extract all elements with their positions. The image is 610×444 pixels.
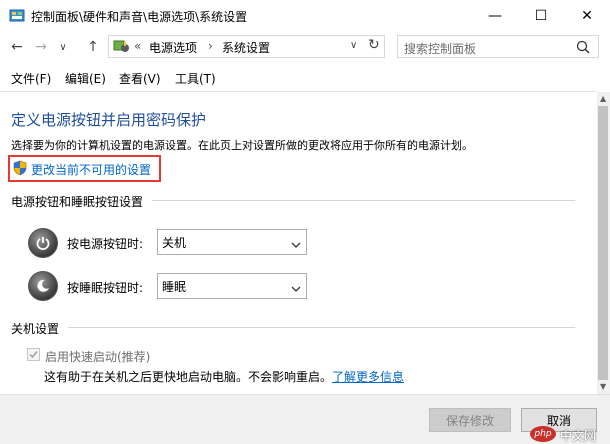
shutdown-settings-heading: 关机设置 — [11, 322, 60, 336]
address-dropdown-icon[interactable]: ∨ — [350, 40, 357, 51]
up-button[interactable]: ↑ — [84, 38, 102, 56]
minimize-button[interactable]: — — [472, 0, 518, 32]
save-changes-button[interactable]: 保存修改 — [429, 408, 511, 432]
section-divider — [68, 327, 575, 328]
scrollbar-thumb[interactable] — [598, 106, 608, 380]
menu-tools[interactable]: 工具(T) — [175, 70, 216, 87]
php-logo-badge: php — [530, 426, 556, 442]
sleep-button-value: 睡眠 — [162, 279, 187, 294]
search-icon[interactable] — [576, 40, 590, 54]
address-overflow-icon[interactable]: « — [134, 39, 141, 53]
breadcrumb-power-options[interactable]: 电源选项 — [149, 39, 197, 56]
power-button-select[interactable]: 关机 — [157, 229, 307, 255]
page-description: 选择要为你的计算机设置的电源设置。在此页上对设置所做的更改将应用于你所有的电源计… — [11, 139, 473, 152]
content-divider — [0, 91, 597, 92]
chevron-down-icon — [291, 282, 301, 292]
menu-edit[interactable]: 编辑(E) — [65, 70, 106, 87]
section-divider — [152, 200, 575, 201]
fast-startup-checkbox[interactable] — [27, 348, 40, 361]
refresh-icon[interactable]: ↻ — [368, 37, 380, 53]
power-options-icon — [112, 38, 130, 54]
scroll-down-icon[interactable]: ▼ — [600, 382, 606, 391]
maximize-button[interactable]: ☐ — [518, 0, 564, 32]
power-buttons-heading: 电源按钮和睡眠按钮设置 — [11, 195, 144, 209]
watermark-logo: php 中文网 — [530, 424, 610, 444]
menu-file[interactable]: 文件(F) — [11, 70, 51, 87]
page-title: 定义电源按钮并启用密码保护 — [11, 111, 207, 129]
window-title: 控制面板\硬件和声音\电源选项\系统设置 — [31, 10, 248, 24]
uac-shield-icon — [12, 160, 28, 176]
fast-startup-description: 这有助于在关机之后更快地启动电脑。不会影响重启。 — [44, 370, 333, 384]
change-unavailable-settings-link[interactable]: 更改当前不可用的设置 — [31, 161, 151, 178]
watermark-site-name: 中文网 — [560, 429, 597, 443]
scroll-up-icon[interactable]: ▲ — [600, 94, 606, 103]
breadcrumb-system-settings[interactable]: 系统设置 — [222, 39, 270, 56]
chevron-down-icon — [291, 238, 301, 248]
learn-more-link[interactable]: 了解更多信息 — [332, 368, 404, 385]
sleep-button-select[interactable]: 睡眠 — [157, 273, 307, 299]
sleep-button-label: 按睡眠按钮时: — [67, 281, 144, 295]
search-placeholder: 搜索控制面板 — [404, 42, 477, 56]
power-button-value: 关机 — [162, 235, 187, 250]
breadcrumb-separator-icon: › — [208, 39, 213, 53]
power-button-label: 按电源按钮时: — [67, 237, 144, 251]
bottom-bar — [0, 394, 610, 444]
checkmark-icon — [29, 351, 38, 359]
back-button[interactable]: ← — [8, 38, 26, 56]
control-panel-icon — [9, 8, 25, 24]
menu-view[interactable]: 查看(V) — [119, 70, 161, 87]
sleep-button-icon — [28, 271, 58, 301]
close-button[interactable]: ✕ — [564, 0, 610, 32]
recent-locations-button[interactable]: ∨ — [54, 38, 72, 56]
forward-button[interactable]: → — [32, 38, 50, 56]
fast-startup-label: 启用快速启动(推荐) — [45, 350, 151, 364]
power-button-icon — [28, 228, 58, 258]
